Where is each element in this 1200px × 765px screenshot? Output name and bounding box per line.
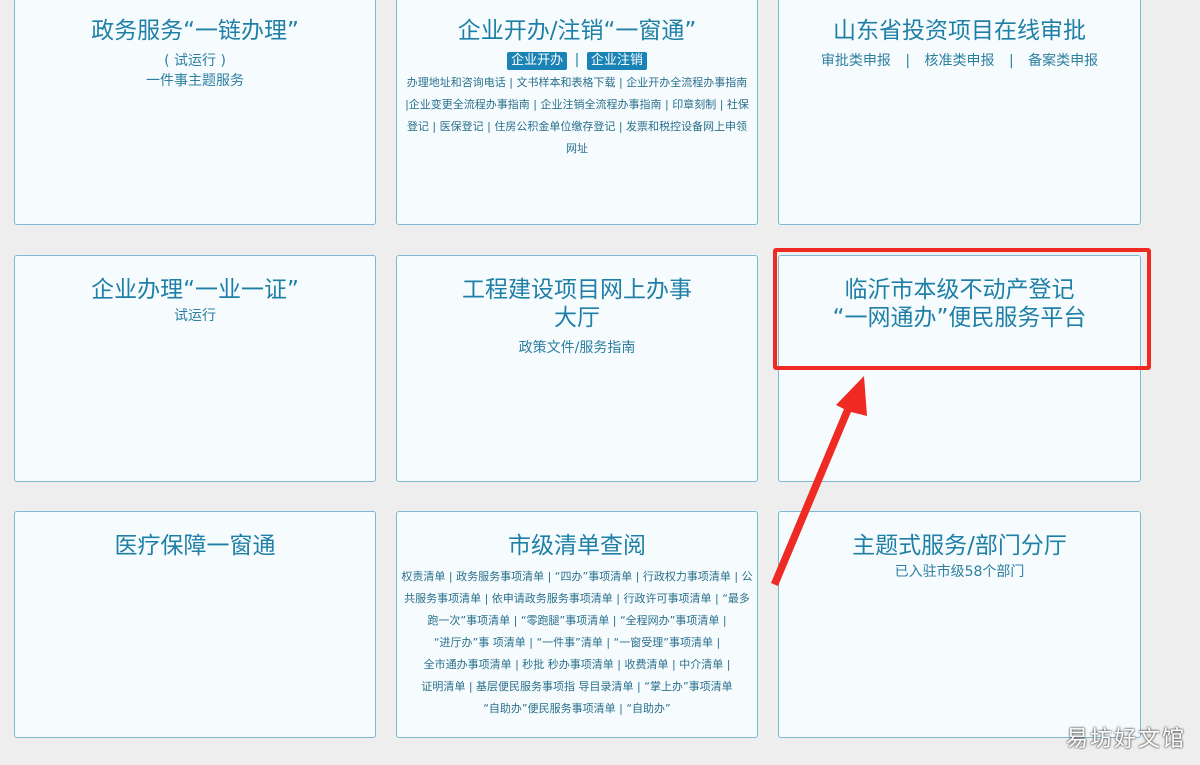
watermark: 易坊好文馆 [1065, 727, 1186, 752]
annotation-arrow-icon [771, 376, 867, 586]
